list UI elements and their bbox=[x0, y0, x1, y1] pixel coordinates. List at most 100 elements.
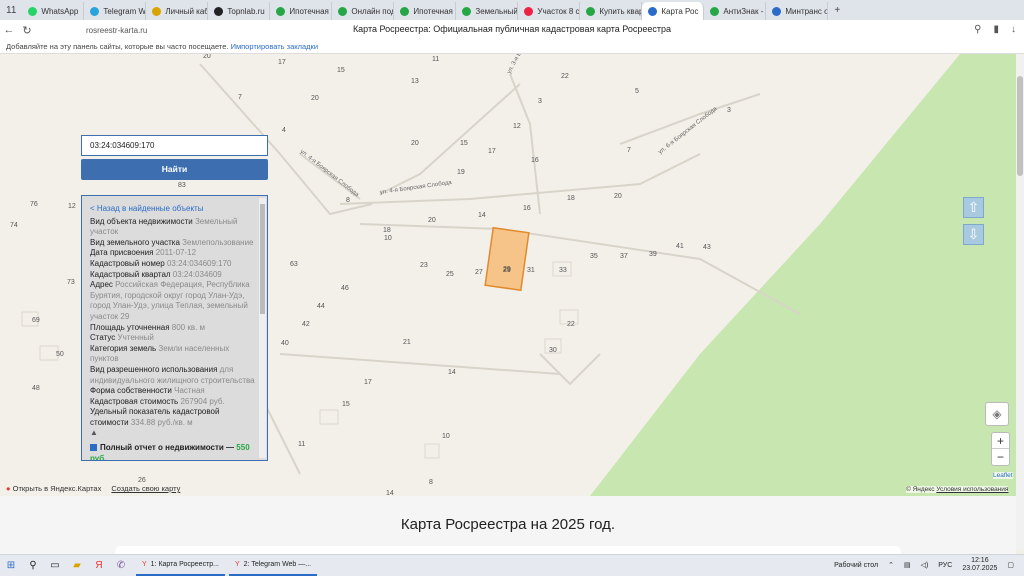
parcel-number: 14 bbox=[478, 212, 486, 219]
info-row: Адрес Российская Федерация, Республика Б… bbox=[90, 280, 258, 322]
telegram-icon bbox=[90, 6, 100, 16]
mintrans-icon bbox=[772, 6, 782, 16]
open-yandex-link[interactable]: ● Открыть в Яндекс.Картах bbox=[6, 484, 101, 493]
taskbar-task-rosreestr[interactable]: Y 1: Карта Росреестр... bbox=[136, 556, 225, 576]
parcel-number: 19 bbox=[457, 169, 465, 176]
cadastral-search-input[interactable]: 03:24:034609:170 bbox=[81, 135, 268, 156]
info-label: Кадастровая стоимость bbox=[90, 396, 179, 406]
task-view-icon[interactable]: ▭ bbox=[44, 560, 66, 571]
parcel-number: 14 bbox=[448, 369, 456, 376]
yandex-task-icon: Y bbox=[235, 561, 240, 568]
tab-label: Купить квар bbox=[599, 6, 643, 16]
viber-icon[interactable]: ✆ bbox=[110, 560, 132, 571]
yandex-task-icon: Y bbox=[142, 561, 147, 568]
open-yandex-label[interactable]: Открыть в Яндекс.Картах bbox=[13, 484, 102, 493]
tab-counter[interactable]: 11 bbox=[0, 5, 22, 16]
info-value: 03:24:034609 bbox=[172, 269, 222, 279]
tab-10[interactable]: Карта Рос bbox=[642, 2, 705, 20]
tab-0[interactable]: WhatsApp bbox=[22, 2, 85, 20]
network-icon[interactable]: ▤ bbox=[904, 561, 911, 569]
info-label: Кадастровый номер bbox=[90, 258, 165, 268]
taskbar-task-telegram[interactable]: Y 2: Telegram Web —... bbox=[229, 556, 318, 576]
tab-9[interactable]: Купить квар bbox=[580, 2, 643, 20]
page-content-below-map: Карта Росреестра на 2025 год. bbox=[0, 496, 1016, 556]
tab-label: Telegram We bbox=[103, 6, 147, 16]
page-scrollbar-thumb[interactable] bbox=[1017, 76, 1023, 176]
info-label: Кадастровый квартал bbox=[90, 269, 171, 279]
system-tray: Рабочий стол ⌃ ▤ ◁) РУС 12:16 23.07.2025… bbox=[834, 557, 1014, 573]
tab-5[interactable]: Онлайн под bbox=[332, 2, 395, 20]
report-checkbox[interactable] bbox=[90, 444, 97, 452]
info-panel-scrollbar-thumb[interactable] bbox=[260, 204, 265, 314]
yandex-browser-icon[interactable]: Я bbox=[88, 560, 110, 571]
full-report-option[interactable]: Полный отчет о недвижимости — 550 руб. bbox=[90, 443, 258, 460]
tab-6[interactable]: Ипотечная bbox=[394, 2, 457, 20]
bookmark-icon[interactable]: ▮ bbox=[993, 24, 999, 35]
tab-4[interactable]: Ипотечная bbox=[270, 2, 333, 20]
info-row: Статус Учтенный bbox=[90, 333, 258, 344]
tab-11[interactable]: АнтиЗнак - bbox=[704, 2, 767, 20]
parcel-number: 17 bbox=[278, 59, 286, 66]
parcel-number: 48 bbox=[32, 385, 40, 392]
new-tab-button[interactable]: + bbox=[828, 5, 846, 16]
info-row: Вид разрешенного использования для индив… bbox=[90, 365, 258, 386]
search-button[interactable]: Найти bbox=[81, 159, 268, 180]
parcel-number: 22 bbox=[567, 321, 575, 328]
search-icon[interactable]: ⚲ bbox=[22, 560, 44, 571]
parcel-number: 22 bbox=[561, 73, 569, 80]
parcel-number: 73 bbox=[67, 279, 75, 286]
volume-icon[interactable]: ◁) bbox=[921, 561, 929, 569]
back-to-results-link[interactable]: < Назад в найденные объекты bbox=[90, 204, 258, 215]
create-map-link[interactable]: Создать свою карту bbox=[111, 484, 180, 493]
parcel-number: 5 bbox=[635, 88, 639, 95]
selected-parcel[interactable] bbox=[484, 226, 530, 292]
collapse-toggle[interactable]: ▲ bbox=[90, 428, 258, 439]
green-zone bbox=[590, 54, 1016, 496]
leaflet-attribution[interactable]: Leaflet bbox=[993, 472, 1013, 479]
bank-icon bbox=[152, 6, 162, 16]
browser-tabbar: 11 WhatsApp Telegram We Личный кабі Topnlab… bbox=[0, 0, 1024, 20]
import-bookmarks-link[interactable]: Импортировать закладки bbox=[231, 42, 318, 51]
info-row: Кадастровый номер 03:24:034609:170 bbox=[90, 259, 258, 270]
tab-label: Личный кабі bbox=[165, 6, 209, 16]
scroll-up-button[interactable]: ⇧ bbox=[963, 197, 984, 218]
terms-link[interactable]: Условия использования bbox=[936, 486, 1008, 493]
tab-12[interactable]: Минтранс о bbox=[766, 2, 829, 20]
parcel-number: 10 bbox=[384, 235, 392, 242]
address-bar-actions: ⚲ ▮ ↓ bbox=[974, 24, 1016, 35]
tab-3[interactable]: Topnlab.ru bbox=[208, 2, 271, 20]
parcel-number: 46 bbox=[341, 285, 349, 292]
parcel-number: 17 bbox=[488, 148, 496, 155]
tab-label: Земельный bbox=[475, 6, 518, 16]
windows-start-icon[interactable]: ⊞ bbox=[0, 560, 22, 571]
parcel-number: 74 bbox=[10, 222, 18, 229]
clock[interactable]: 12:16 23.07.2025 bbox=[962, 557, 997, 573]
info-label: Площадь уточненная bbox=[90, 322, 170, 332]
file-explorer-icon[interactable]: ▰ bbox=[66, 560, 88, 571]
info-label: Форма собственности bbox=[90, 386, 172, 396]
info-panel-scrollbar[interactable] bbox=[259, 198, 266, 458]
downloads-icon[interactable]: ↓ bbox=[1011, 24, 1016, 35]
scroll-down-button[interactable]: ⇩ bbox=[963, 224, 984, 245]
tab-1[interactable]: Telegram We bbox=[84, 2, 147, 20]
extensions-icon[interactable]: ⚲ bbox=[974, 24, 981, 35]
tab-7[interactable]: Земельный bbox=[456, 2, 519, 20]
parcel-number: 37 bbox=[620, 253, 628, 260]
notifications-icon[interactable]: ▢ bbox=[1007, 561, 1014, 569]
info-label: Вид объекта недвижимости bbox=[90, 216, 193, 226]
tab-2[interactable]: Личный кабі bbox=[146, 2, 209, 20]
tab-8[interactable]: Участок 8 со bbox=[518, 2, 581, 20]
chat-icon bbox=[400, 6, 410, 16]
street-label: ул. 4-я Боярская Слобода bbox=[299, 149, 360, 199]
tab-label: Ипотечная bbox=[413, 6, 453, 16]
tab-label: Онлайн под bbox=[351, 6, 395, 16]
parcel-number: 33 bbox=[559, 267, 567, 274]
language-indicator[interactable]: РУС bbox=[938, 562, 952, 569]
tray-chevron-icon[interactable]: ⌃ bbox=[888, 561, 894, 569]
layers-icon[interactable]: ◈ bbox=[985, 402, 1009, 426]
desktop-label[interactable]: Рабочий стол bbox=[834, 562, 878, 569]
page-scrollbar[interactable] bbox=[1016, 54, 1024, 550]
info-row: Категория земель Земли населенных пункто… bbox=[90, 344, 258, 365]
zoom-out-button[interactable]: − bbox=[992, 449, 1009, 465]
zoom-in-button[interactable]: + bbox=[992, 433, 1009, 449]
